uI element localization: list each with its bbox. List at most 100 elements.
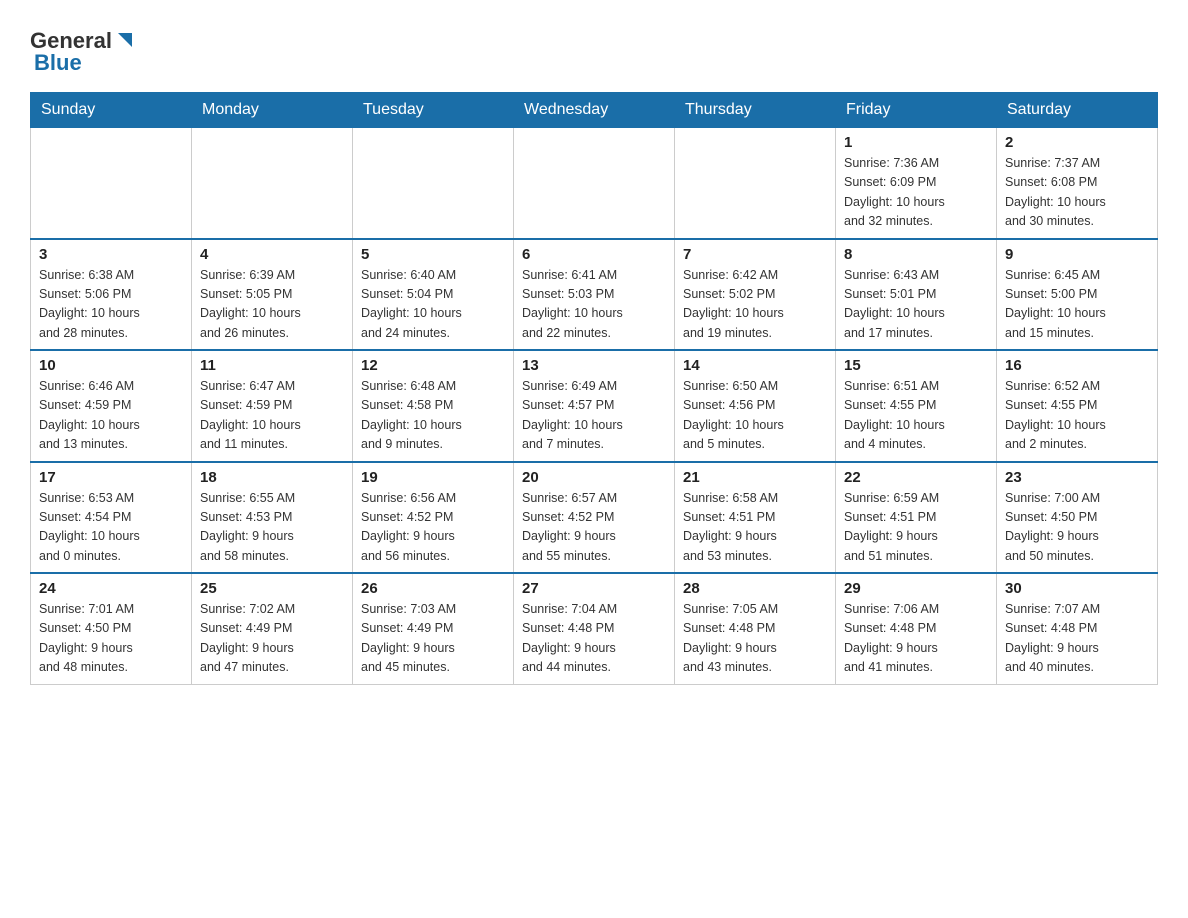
day-info: Sunrise: 7:07 AMSunset: 4:48 PMDaylight:…	[1005, 600, 1149, 678]
calendar-cell: 18Sunrise: 6:55 AMSunset: 4:53 PMDayligh…	[192, 462, 353, 574]
weekday-header-saturday: Saturday	[997, 93, 1158, 128]
day-number: 26	[361, 580, 505, 597]
day-info: Sunrise: 6:58 AMSunset: 4:51 PMDaylight:…	[683, 489, 827, 567]
calendar-cell: 23 Sunrise: 7:00 AMSunset: 4:50 PMDayligh…	[997, 462, 1158, 574]
calendar-cell: 5 Sunrise: 6:40 AMSunset: 5:04 PMDaylight…	[353, 239, 514, 351]
calendar-cell: 22 Sunrise: 6:59 AMSunset: 4:51 PMDayligh…	[836, 462, 997, 574]
weekday-header-friday: Friday	[836, 93, 997, 128]
calendar-cell: 29Sunrise: 7:06 AMSunset: 4:48 PMDayligh…	[836, 573, 997, 684]
calendar-cell: 2 Sunrise: 7:37 AMSunset: 6:08 PMDaylight…	[997, 128, 1158, 239]
day-info: Sunrise: 7:03 AMSunset: 4:49 PMDaylight:…	[361, 600, 505, 678]
calendar-cell	[192, 128, 353, 239]
day-number: 13	[522, 357, 666, 374]
day-info: Sunrise: 7:05 AMSunset: 4:48 PMDaylight:…	[683, 600, 827, 678]
day-info: Sunrise: 6:51 AMSunset: 4:55 PMDaylight:…	[844, 377, 988, 455]
day-number: 3	[39, 246, 183, 263]
calendar-week-row: 3 Sunrise: 6:38 AMSunset: 5:06 PMDaylight…	[31, 239, 1158, 351]
day-info: Sunrise: 6:39 AMSunset: 5:05 PMDaylight:…	[200, 266, 344, 344]
day-number: 17	[39, 469, 183, 486]
day-number: 21	[683, 469, 827, 486]
day-info: Sunrise: 6:49 AMSunset: 4:57 PMDaylight:…	[522, 377, 666, 455]
calendar-cell: 11Sunrise: 6:47 AMSunset: 4:59 PMDayligh…	[192, 350, 353, 462]
calendar-cell: 21 Sunrise: 6:58 AMSunset: 4:51 PMDayligh…	[675, 462, 836, 574]
day-info: Sunrise: 6:45 AMSunset: 5:00 PMDaylight:…	[1005, 266, 1149, 344]
day-number: 16	[1005, 357, 1149, 374]
calendar-cell: 25 Sunrise: 7:02 AMSunset: 4:49 PMDayligh…	[192, 573, 353, 684]
day-number: 10	[39, 357, 183, 374]
calendar-week-row: 1 Sunrise: 7:36 AMSunset: 6:09 PMDaylight…	[31, 128, 1158, 239]
day-info: Sunrise: 7:01 AMSunset: 4:50 PMDaylight:…	[39, 600, 183, 678]
calendar-cell	[31, 128, 192, 239]
day-info: Sunrise: 6:43 AMSunset: 5:01 PMDaylight:…	[844, 266, 988, 344]
day-number: 9	[1005, 246, 1149, 263]
weekday-header-row: SundayMondayTuesdayWednesdayThursdayFrid…	[31, 93, 1158, 128]
calendar-cell: 10 Sunrise: 6:46 AMSunset: 4:59 PMDayligh…	[31, 350, 192, 462]
calendar-cell	[514, 128, 675, 239]
calendar-week-row: 10 Sunrise: 6:46 AMSunset: 4:59 PMDayligh…	[31, 350, 1158, 462]
day-number: 22	[844, 469, 988, 486]
calendar-cell: 7 Sunrise: 6:42 AMSunset: 5:02 PMDaylight…	[675, 239, 836, 351]
day-number: 14	[683, 357, 827, 374]
day-number: 27	[522, 580, 666, 597]
day-info: Sunrise: 6:42 AMSunset: 5:02 PMDaylight:…	[683, 266, 827, 344]
day-info: Sunrise: 6:56 AMSunset: 4:52 PMDaylight:…	[361, 489, 505, 567]
day-info: Sunrise: 7:37 AMSunset: 6:08 PMDaylight:…	[1005, 154, 1149, 232]
day-info: Sunrise: 6:46 AMSunset: 4:59 PMDaylight:…	[39, 377, 183, 455]
day-info: Sunrise: 6:48 AMSunset: 4:58 PMDaylight:…	[361, 377, 505, 455]
day-number: 15	[844, 357, 988, 374]
day-number: 20	[522, 469, 666, 486]
calendar-table: SundayMondayTuesdayWednesdayThursdayFrid…	[30, 92, 1158, 685]
calendar-week-row: 17 Sunrise: 6:53 AMSunset: 4:54 PMDayligh…	[31, 462, 1158, 574]
calendar-cell	[675, 128, 836, 239]
calendar-cell: 16Sunrise: 6:52 AMSunset: 4:55 PMDayligh…	[997, 350, 1158, 462]
day-info: Sunrise: 7:04 AMSunset: 4:48 PMDaylight:…	[522, 600, 666, 678]
calendar-cell: 17 Sunrise: 6:53 AMSunset: 4:54 PMDayligh…	[31, 462, 192, 574]
day-info: Sunrise: 6:53 AMSunset: 4:54 PMDaylight:…	[39, 489, 183, 567]
day-number: 19	[361, 469, 505, 486]
calendar-cell: 26 Sunrise: 7:03 AMSunset: 4:49 PMDayligh…	[353, 573, 514, 684]
weekday-header-tuesday: Tuesday	[353, 93, 514, 128]
day-number: 1	[844, 134, 988, 151]
day-info: Sunrise: 7:02 AMSunset: 4:49 PMDaylight:…	[200, 600, 344, 678]
day-number: 8	[844, 246, 988, 263]
logo: General Blue	[30, 20, 136, 76]
day-info: Sunrise: 7:06 AMSunset: 4:48 PMDaylight:…	[844, 600, 988, 678]
day-info: Sunrise: 6:38 AMSunset: 5:06 PMDaylight:…	[39, 266, 183, 344]
day-number: 6	[522, 246, 666, 263]
calendar-week-row: 24Sunrise: 7:01 AMSunset: 4:50 PMDayligh…	[31, 573, 1158, 684]
day-number: 7	[683, 246, 827, 263]
day-info: Sunrise: 6:59 AMSunset: 4:51 PMDaylight:…	[844, 489, 988, 567]
day-number: 12	[361, 357, 505, 374]
day-info: Sunrise: 7:36 AMSunset: 6:09 PMDaylight:…	[844, 154, 988, 232]
day-number: 28	[683, 580, 827, 597]
weekday-header-monday: Monday	[192, 93, 353, 128]
calendar-cell: 20 Sunrise: 6:57 AMSunset: 4:52 PMDayligh…	[514, 462, 675, 574]
day-number: 11	[200, 357, 344, 374]
weekday-header-wednesday: Wednesday	[514, 93, 675, 128]
weekday-header-thursday: Thursday	[675, 93, 836, 128]
calendar-cell	[353, 128, 514, 239]
day-number: 2	[1005, 134, 1149, 151]
day-info: Sunrise: 6:57 AMSunset: 4:52 PMDaylight:…	[522, 489, 666, 567]
calendar-cell: 9 Sunrise: 6:45 AMSunset: 5:00 PMDaylight…	[997, 239, 1158, 351]
day-number: 30	[1005, 580, 1149, 597]
calendar-cell: 12 Sunrise: 6:48 AMSunset: 4:58 PMDayligh…	[353, 350, 514, 462]
calendar-cell: 4Sunrise: 6:39 AMSunset: 5:05 PMDaylight…	[192, 239, 353, 351]
logo-part2: Blue	[30, 50, 82, 76]
calendar-cell: 15 Sunrise: 6:51 AMSunset: 4:55 PMDayligh…	[836, 350, 997, 462]
calendar-cell: 13 Sunrise: 6:49 AMSunset: 4:57 PMDayligh…	[514, 350, 675, 462]
calendar-cell: 30 Sunrise: 7:07 AMSunset: 4:48 PMDayligh…	[997, 573, 1158, 684]
calendar-cell: 6 Sunrise: 6:41 AMSunset: 5:03 PMDaylight…	[514, 239, 675, 351]
calendar-cell: 8 Sunrise: 6:43 AMSunset: 5:01 PMDaylight…	[836, 239, 997, 351]
day-info: Sunrise: 6:40 AMSunset: 5:04 PMDaylight:…	[361, 266, 505, 344]
day-number: 25	[200, 580, 344, 597]
day-number: 5	[361, 246, 505, 263]
day-info: Sunrise: 7:00 AMSunset: 4:50 PMDaylight:…	[1005, 489, 1149, 567]
day-number: 23	[1005, 469, 1149, 486]
calendar-cell: 19 Sunrise: 6:56 AMSunset: 4:52 PMDayligh…	[353, 462, 514, 574]
day-info: Sunrise: 6:50 AMSunset: 4:56 PMDaylight:…	[683, 377, 827, 455]
calendar-cell: 1 Sunrise: 7:36 AMSunset: 6:09 PMDaylight…	[836, 128, 997, 239]
logo-triangle-icon	[114, 29, 136, 51]
calendar-cell: 24Sunrise: 7:01 AMSunset: 4:50 PMDayligh…	[31, 573, 192, 684]
day-info: Sunrise: 6:41 AMSunset: 5:03 PMDaylight:…	[522, 266, 666, 344]
